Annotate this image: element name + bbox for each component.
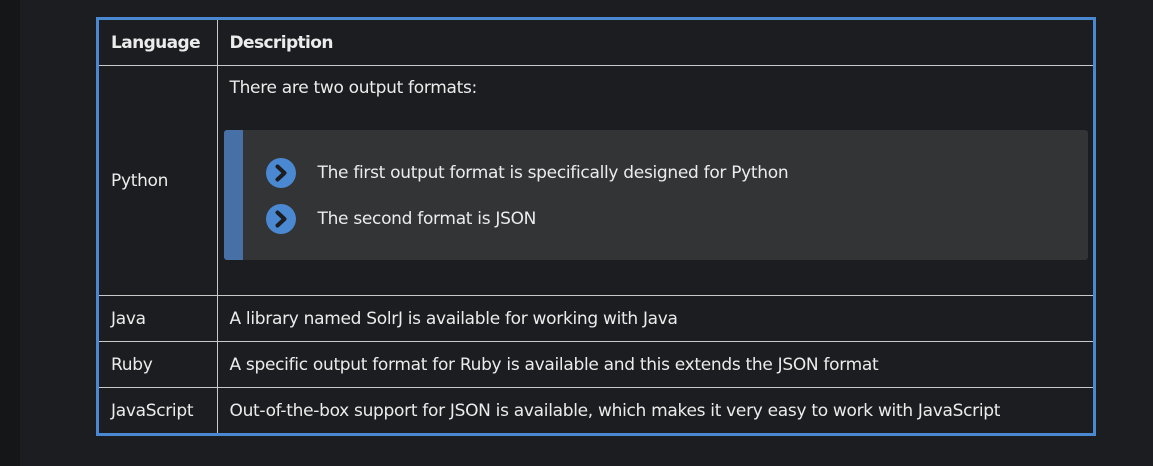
cell-language-javascript: JavaScript bbox=[99, 387, 218, 433]
callout-accent-bar bbox=[223, 130, 243, 260]
cell-description-javascript: Out-of-the-box support for JSON is avail… bbox=[216, 387, 1093, 433]
cell-description-ruby: A specific output format for Ruby is ava… bbox=[216, 341, 1093, 388]
chevron-right-circle-icon bbox=[265, 158, 296, 188]
table-row-ruby: Ruby A specific output format for Ruby i… bbox=[99, 341, 1093, 388]
python-description-content: There are two output formats: The first … bbox=[218, 66, 1094, 295]
header-description: Description bbox=[216, 20, 1093, 66]
callout-list-item: The second format is JSON bbox=[265, 204, 537, 234]
cell-description-python: There are two output formats: The first … bbox=[216, 65, 1094, 296]
table-header-row: Language Description bbox=[99, 20, 1093, 66]
callout-list-item: The first output format is specifically … bbox=[265, 158, 789, 188]
table-row-java: Java A library named SolrJ is available … bbox=[99, 295, 1093, 342]
cell-language-ruby: Ruby bbox=[99, 341, 218, 388]
python-intro-text: There are two output formats: bbox=[229, 78, 478, 98]
page-left-strip bbox=[0, 0, 20, 466]
callout-list-item-text: The first output format is specifically … bbox=[317, 163, 789, 183]
languages-table-container: Language Description Python There are tw… bbox=[96, 17, 1096, 436]
cell-language-java: Java bbox=[99, 295, 218, 342]
table-row-python: Python There are two output formats: The… bbox=[99, 65, 1094, 296]
cell-language-python: Python bbox=[99, 65, 218, 296]
callout-list-item-text: The second format is JSON bbox=[317, 209, 537, 229]
python-formats-callout: The first output format is specifically … bbox=[223, 130, 1088, 260]
table-row-javascript: JavaScript Out-of-the-box support for JS… bbox=[99, 387, 1093, 433]
header-language: Language bbox=[99, 20, 218, 66]
cell-description-java: A library named SolrJ is available for w… bbox=[216, 295, 1093, 342]
languages-table: Language Description Python There are tw… bbox=[99, 20, 1093, 433]
chevron-right-circle-icon bbox=[265, 204, 296, 234]
